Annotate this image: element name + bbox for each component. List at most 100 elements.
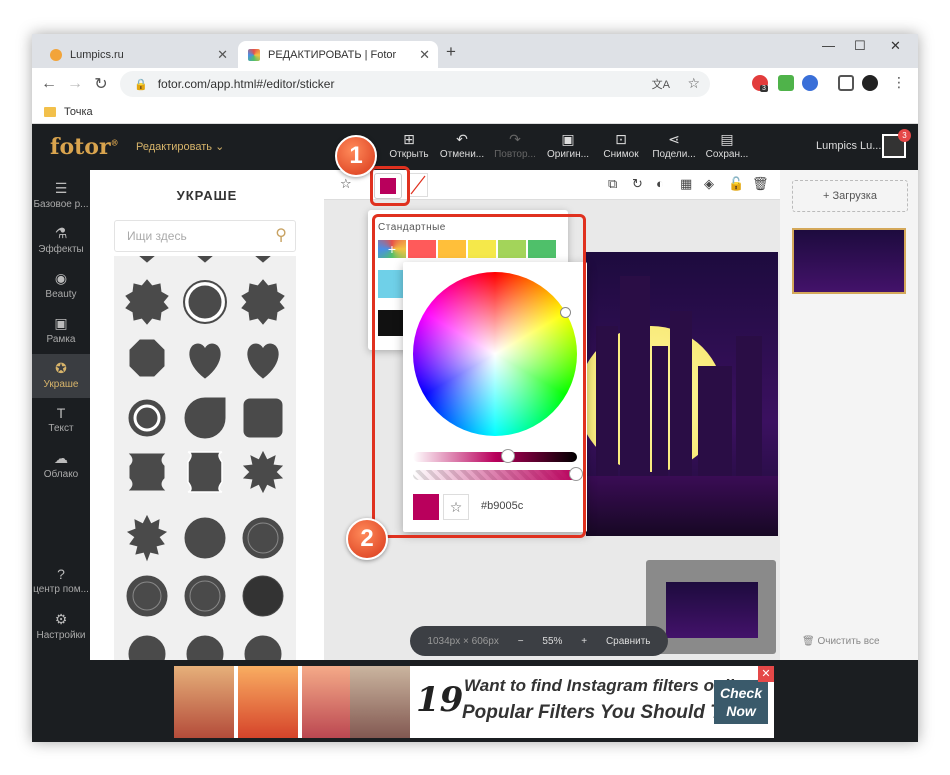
sidebar-item-stickers[interactable]: ✪ Украше bbox=[32, 354, 90, 398]
frame-icon: ▣ bbox=[54, 315, 68, 331]
save-label: Сохран... bbox=[705, 149, 749, 160]
sticker-seal bbox=[125, 279, 169, 325]
save-icon: ▤ bbox=[720, 131, 734, 147]
image-thumbnail[interactable] bbox=[792, 228, 906, 294]
search-input[interactable]: Ищи здесь ⚲ bbox=[114, 220, 296, 252]
upload-button[interactable]: + Загрузка bbox=[792, 180, 908, 212]
right-panel: + Загрузка 🗑 Очистить все bbox=[780, 170, 918, 660]
bookmarks-bar: Точка bbox=[32, 100, 918, 124]
compare-button[interactable]: Сравнить bbox=[606, 636, 651, 647]
back-icon[interactable]: ← bbox=[36, 75, 62, 93]
tab-title: РЕДАКТИРОВАТЬ | Fotor bbox=[268, 48, 397, 61]
sidebar-item-help[interactable]: ? центр пом... bbox=[32, 560, 90, 604]
zoom-in-button[interactable]: + bbox=[581, 636, 587, 647]
building bbox=[698, 366, 732, 476]
sidebar-item-frame[interactable]: ▣ Рамка bbox=[32, 309, 90, 353]
lock-icon[interactable]: 🔓 bbox=[728, 176, 744, 192]
photo-canvas[interactable] bbox=[586, 252, 778, 536]
rotate-icon[interactable]: ↻ bbox=[632, 176, 643, 192]
tab-fotor[interactable]: РЕДАКТИРОВАТЬ | Fotor ✕ bbox=[238, 41, 438, 68]
sidebar-item-basic[interactable]: ☰ Базовое р... bbox=[32, 174, 90, 218]
address-bar[interactable]: 🔒 fotor.com/app.html#/editor/sticker 文A … bbox=[120, 71, 710, 97]
browser-menu-icon[interactable]: ⋮ bbox=[892, 74, 906, 91]
original-icon: ▣ bbox=[561, 131, 575, 147]
shape-icon[interactable]: ◐ bbox=[656, 176, 664, 191]
sticker-ring-inner bbox=[136, 407, 158, 429]
settings-icon: ⚙ bbox=[54, 611, 68, 627]
copy-icon[interactable]: ⧉ bbox=[608, 176, 617, 192]
snapshot-button[interactable]: ⊡ Снимок bbox=[596, 131, 646, 161]
reload-icon[interactable]: ↻ bbox=[88, 74, 114, 94]
help-icon: ? bbox=[57, 566, 65, 582]
share-button[interactable]: ⋖ Подели... bbox=[649, 132, 699, 161]
tab-strip: Lumpics.ru ✕ РЕДАКТИРОВАТЬ | Fotor ✕ + —… bbox=[32, 34, 918, 68]
panel-title: УКРАШЕ bbox=[176, 188, 238, 203]
extension-globe-icon[interactable] bbox=[802, 75, 818, 91]
maximize-icon[interactable]: ☐ bbox=[854, 38, 866, 54]
sticker-badge-top-partial bbox=[139, 256, 155, 263]
sticker-partial bbox=[244, 635, 282, 660]
save-button[interactable]: ▤ Сохран... bbox=[702, 131, 752, 161]
sidebar-item-cloud[interactable]: ☁ Облако bbox=[32, 444, 90, 488]
ad-subheadline: Popular Filters You Should Try bbox=[462, 702, 740, 723]
sidebar-item-label: Рамка bbox=[46, 334, 76, 345]
open-button[interactable]: ⊞ Открыть bbox=[384, 132, 434, 161]
sticker-star-icon[interactable]: ☆ bbox=[340, 176, 352, 192]
eye-icon: ◉ bbox=[54, 270, 68, 286]
layers-icon[interactable]: ◈ bbox=[704, 176, 714, 192]
sticker-partial bbox=[128, 635, 166, 660]
no-color-button[interactable] bbox=[408, 173, 428, 197]
close-tab-icon[interactable]: ✕ bbox=[217, 47, 228, 63]
transparency-icon[interactable]: ▦ bbox=[680, 176, 692, 192]
bookmark-star-icon[interactable]: ☆ bbox=[687, 75, 700, 92]
building bbox=[670, 311, 692, 476]
search-icon[interactable]: ⚲ bbox=[275, 225, 287, 245]
sidebar-item-text[interactable]: T Текст bbox=[32, 399, 90, 443]
step-badge-1: 1 bbox=[335, 135, 377, 177]
reading-list-icon[interactable] bbox=[838, 75, 854, 91]
redo-icon: ↷ bbox=[509, 131, 521, 147]
close-window-icon[interactable]: ✕ bbox=[890, 38, 901, 54]
tab-lumpics[interactable]: Lumpics.ru ✕ bbox=[40, 41, 236, 68]
url-text: fotor.com/app.html#/editor/sticker bbox=[157, 77, 335, 91]
profile-avatar-icon[interactable] bbox=[862, 75, 878, 91]
ad-close-icon[interactable]: ✕ bbox=[758, 666, 774, 682]
sticker-label-frame-outlined bbox=[187, 451, 223, 493]
user-name[interactable]: Lumpics Lu... bbox=[816, 140, 881, 152]
undo-icon: ↶ bbox=[456, 131, 468, 147]
sidebar-item-beauty[interactable]: ◉ Beauty bbox=[32, 264, 90, 308]
extension-music-icon[interactable] bbox=[778, 75, 794, 91]
fotor-logo[interactable]: fotor® bbox=[50, 134, 119, 160]
new-tab-button[interactable]: + bbox=[446, 42, 456, 62]
trash-icon[interactable]: 🗑 bbox=[752, 176, 769, 192]
undo-button[interactable]: ↶ Отмени... bbox=[437, 131, 487, 161]
sidebar-item-effects[interactable]: ⚗ Эффекты bbox=[32, 219, 90, 263]
close-tab-icon[interactable]: ✕ bbox=[419, 47, 430, 63]
water-reflection bbox=[586, 476, 778, 536]
redo-label: Повтор... bbox=[494, 149, 536, 160]
zoom-out-button[interactable]: − bbox=[518, 636, 524, 647]
sidebar-item-settings[interactable]: ⚙ Настройки bbox=[32, 605, 90, 649]
translate-icon[interactable]: 文A bbox=[652, 76, 670, 92]
snapshot-label: Снимок bbox=[603, 149, 639, 160]
sliders-icon: ☰ bbox=[54, 180, 68, 196]
original-label: Оригин... bbox=[546, 149, 590, 160]
zoom-bar: 1034px × 606px − 55% + Сравнить bbox=[410, 626, 668, 656]
minimize-icon[interactable]: — bbox=[822, 38, 835, 53]
sticker-sunburst bbox=[242, 450, 284, 494]
sidebar-item-label: Настройки bbox=[36, 630, 86, 641]
building bbox=[652, 346, 668, 476]
notification-badge[interactable]: 3 bbox=[898, 129, 911, 142]
ad-cta-button[interactable]: Check Now bbox=[714, 680, 768, 724]
ad-banner[interactable]: 19 Want to find Instagram filters online… bbox=[174, 666, 774, 738]
snapshot-icon: ⊡ bbox=[615, 131, 627, 147]
original-button[interactable]: ▣ Оригин... bbox=[543, 131, 593, 161]
bookmark-item[interactable]: Точка bbox=[64, 106, 93, 118]
forward-icon[interactable]: → bbox=[62, 75, 88, 93]
edit-menu-label: Редактировать bbox=[136, 141, 212, 153]
clear-all-button[interactable]: 🗑 Очистить все bbox=[802, 636, 880, 647]
redo-button[interactable]: ↷ Повтор... bbox=[490, 131, 540, 161]
edit-menu-dropdown[interactable]: Редактировать ⌄ bbox=[136, 140, 224, 153]
sidebar-item-label: Базовое р... bbox=[33, 199, 89, 210]
tab-title: Lumpics.ru bbox=[70, 48, 124, 61]
